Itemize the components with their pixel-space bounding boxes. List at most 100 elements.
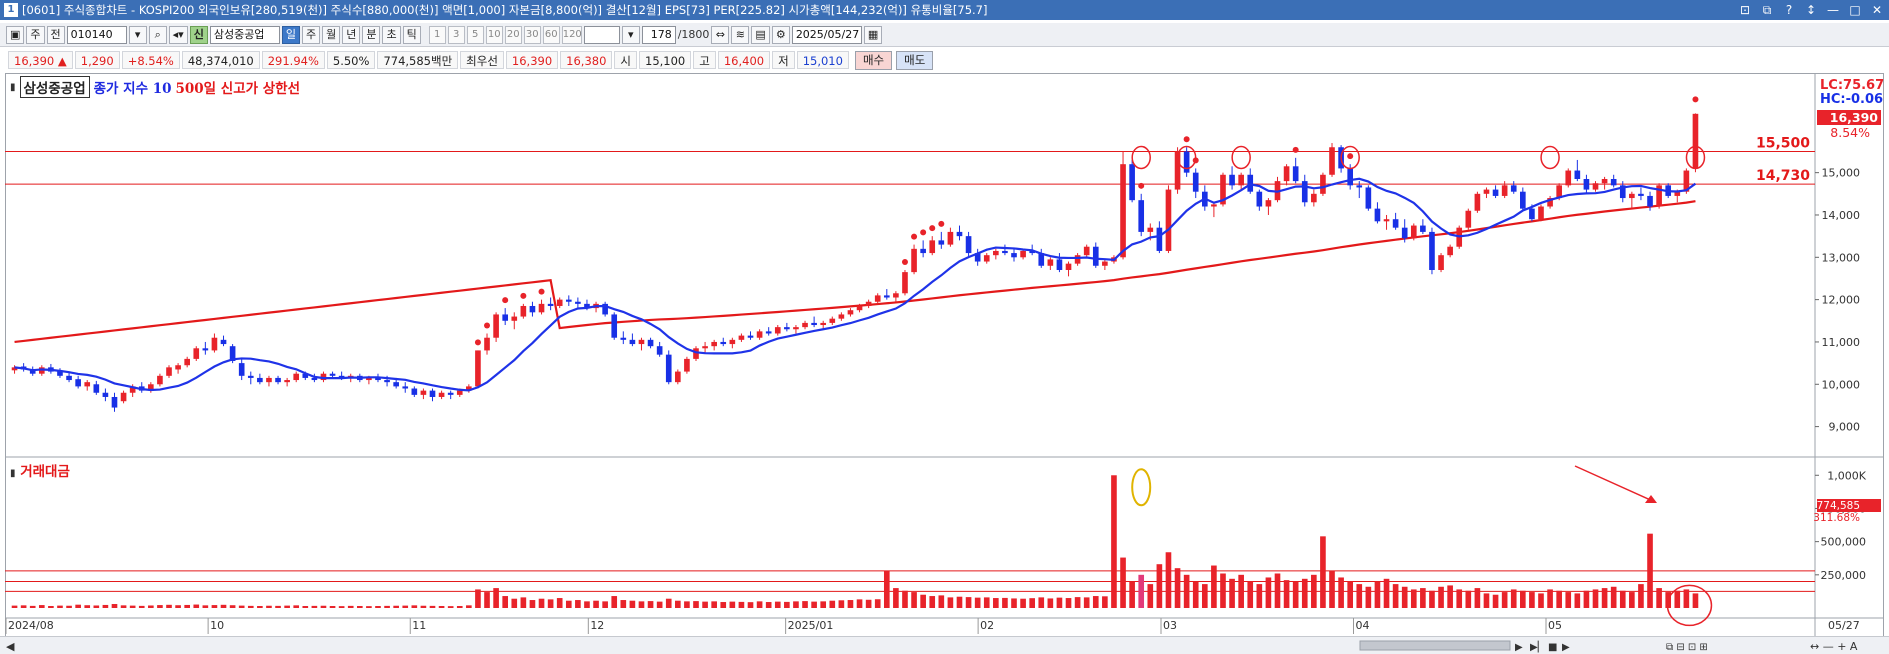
volume-bar[interactable] [1601,588,1608,608]
volume-bar[interactable] [865,599,872,608]
candle-body[interactable] [220,339,227,345]
candle-body[interactable] [1420,225,1426,232]
volume-bar[interactable] [429,605,436,608]
candle-body[interactable] [1183,151,1190,173]
volume-bar[interactable] [329,606,336,608]
volume-bar[interactable] [447,606,454,608]
volume-bar[interactable] [1338,577,1344,608]
volume-bar[interactable] [1065,598,1072,608]
candle-body[interactable] [1365,187,1372,209]
candle-body[interactable] [1056,259,1063,270]
volume-bar[interactable] [1647,533,1653,608]
volume-bar[interactable] [1474,588,1481,608]
volume-bar[interactable] [911,592,917,608]
legend-high-line[interactable]: 500일 신고가 상한선 [176,77,301,97]
candle-body[interactable] [102,392,109,397]
volume-bar[interactable] [157,605,163,608]
candle-body[interactable] [1301,181,1308,203]
volume-bar[interactable] [756,601,763,608]
volume-bar[interactable] [38,605,45,608]
volume-bar[interactable] [629,600,636,608]
candle-body[interactable] [66,375,72,381]
volume-bar[interactable] [1092,596,1099,608]
volume-bar[interactable] [811,601,817,608]
volume-bar[interactable] [293,605,300,608]
volume-bar[interactable] [1102,596,1108,608]
legend-ma10[interactable]: 종가 지수 10 [94,77,172,97]
volume-bar[interactable] [729,601,736,608]
volume-bar[interactable] [611,596,618,608]
volume-bar[interactable] [393,605,399,608]
candle-body[interactable] [774,327,781,334]
candle-body[interactable] [638,339,645,345]
volume-bar[interactable] [338,606,345,608]
volume-bar[interactable] [1256,584,1263,608]
candle-body[interactable] [838,314,845,319]
volume-bar[interactable] [175,605,181,608]
stop-icon[interactable]: ■ [1548,642,1557,653]
volume-bar[interactable] [1201,584,1208,608]
volume-bar[interactable] [675,600,681,608]
candle-body[interactable] [93,384,100,393]
volume-bar[interactable] [311,605,318,608]
candle-body[interactable] [247,375,254,378]
volume-bar[interactable] [347,605,354,608]
candle-body[interactable] [629,339,636,345]
volume-bar[interactable] [466,605,472,608]
candle-body[interactable] [502,314,509,321]
scroll-thumb[interactable] [1359,640,1511,651]
volume-bar[interactable] [1501,592,1508,608]
candle-body[interactable] [856,305,863,311]
volume-bar[interactable] [1147,584,1154,608]
volume-bar[interactable] [1456,589,1463,608]
candle-body[interactable] [1165,189,1172,251]
volume-bar[interactable] [1183,574,1190,608]
volume-bar[interactable] [384,605,390,608]
volume-bar[interactable] [438,606,445,608]
scroll-bar[interactable]: ◀ ▶ ▶▏ ■ ▶ ⧉ ⊟ ⊡ ⊞ ↔ — + A [0,636,1889,654]
candle-body[interactable] [429,390,436,397]
volume-bar[interactable] [938,595,945,608]
volume-bar[interactable] [838,600,845,608]
volume-bar[interactable] [247,605,254,608]
volume-bar[interactable] [1301,578,1308,608]
volume-bar[interactable] [702,601,708,608]
volume-bar[interactable] [111,604,118,608]
volume-bar[interactable] [856,599,863,608]
volume-bar[interactable] [1365,586,1372,608]
volume-bar[interactable] [1074,597,1081,608]
candle-body[interactable] [1283,166,1290,182]
volume-bar[interactable] [874,599,881,608]
candle-body[interactable] [684,358,690,372]
candle-body[interactable] [620,337,627,340]
volume-bar[interactable] [1129,581,1135,608]
candle-body[interactable] [956,231,963,237]
volume-bar[interactable] [1292,581,1299,608]
volume-bar[interactable] [547,599,554,608]
volume-bar[interactable] [1392,584,1399,608]
volume-bar[interactable] [129,605,136,608]
volume-bar[interactable] [402,605,409,608]
candle-body[interactable] [1292,166,1299,182]
candle-body[interactable] [784,327,790,330]
candle-body[interactable] [547,303,554,306]
volume-bar[interactable] [148,605,154,608]
chart-tools-icon[interactable]: ⧉ ⊟ ⊡ ⊞ [1666,642,1708,653]
volume-bar[interactable] [257,606,263,608]
candle-body[interactable] [1492,189,1499,196]
volume-bar[interactable] [684,601,690,608]
play-icon[interactable]: ▶ [1562,642,1570,653]
volume-bar[interactable] [765,602,772,608]
candle-body[interactable] [84,382,91,387]
candle-body[interactable] [1374,208,1381,222]
candle-body[interactable] [865,301,872,306]
candle-body[interactable] [202,348,209,351]
candle-body[interactable] [193,348,200,359]
candle-body[interactable] [1583,179,1590,190]
candle-body[interactable] [1238,174,1244,186]
volume-bar[interactable] [602,601,608,608]
candle-body[interactable] [438,392,445,397]
candle-body[interactable] [402,386,409,389]
volume-bar[interactable] [1165,552,1172,608]
volume-bar[interactable] [802,601,808,608]
